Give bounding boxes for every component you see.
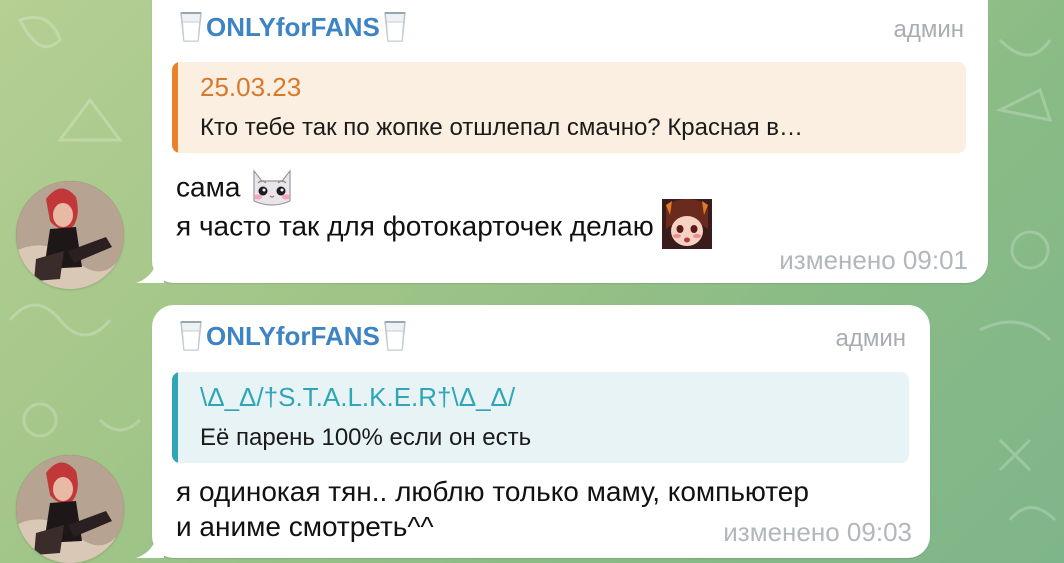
message-text-line: и аниме смотреть^^ <box>176 511 434 542</box>
reply-author: 25.03.23 <box>200 72 302 102</box>
message-meta: изменено 09:03 <box>723 517 912 548</box>
edited-label: изменено <box>779 245 896 275</box>
reply-text: Кто тебе так по жопке отшлепал смачно? К… <box>200 114 804 141</box>
bubble-tail <box>136 532 164 558</box>
avatar[interactable] <box>16 181 124 289</box>
message-text-line: я одинокая тян.. люблю только маму, комп… <box>176 476 809 507</box>
reply-preview[interactable]: \Δ_Δ/†S.T.A.L.K.E.R†\Δ_Δ/ Её парень 100%… <box>172 372 909 463</box>
message-bubble-1[interactable]: ONLYforFANS админ 25.03.23 Кто тебе так … <box>136 0 988 283</box>
milk-glass-icon <box>382 319 408 353</box>
avatar[interactable] <box>16 455 124 563</box>
sender-label: ONLYforFANS <box>206 11 380 42</box>
message-bubble-2[interactable]: ONLYforFANS админ \Δ_Δ/†S.T.A.L.K.E.R†\Δ… <box>136 305 930 558</box>
message-text-line: я часто так для фотокарточек делаю <box>176 199 712 257</box>
reply-author: \Δ_Δ/†S.T.A.L.K.E.R†\Δ_Δ/ <box>200 382 516 412</box>
sender-name[interactable]: ONLYforFANS <box>178 319 408 353</box>
reply-accent-bar <box>172 372 178 463</box>
reply-text: Её парень 100% если он есть <box>200 424 532 451</box>
milk-glass-icon <box>178 10 204 44</box>
sender-label: ONLYforFANS <box>206 320 380 351</box>
bubble-tail <box>136 257 164 283</box>
sender-name[interactable]: ONLYforFANS <box>178 10 408 44</box>
admin-badge: админ <box>835 325 906 352</box>
edited-label: изменено <box>723 517 840 547</box>
reply-preview[interactable]: 25.03.23 Кто тебе так по жопке отшлепал … <box>172 62 966 153</box>
anime-face-emoji <box>661 199 712 257</box>
user-photo <box>16 455 124 563</box>
message-time: 09:01 <box>902 245 968 275</box>
milk-glass-icon <box>382 10 408 44</box>
message-text: сама <box>176 171 241 203</box>
message-time: 09:03 <box>846 517 912 547</box>
user-photo <box>16 181 124 289</box>
admin-badge: админ <box>893 16 964 43</box>
milk-glass-icon <box>178 319 204 353</box>
message-meta: изменено 09:01 <box>779 245 968 276</box>
message-text: я часто так для фотокарточек делаю <box>176 210 654 242</box>
reply-accent-bar <box>172 62 178 153</box>
